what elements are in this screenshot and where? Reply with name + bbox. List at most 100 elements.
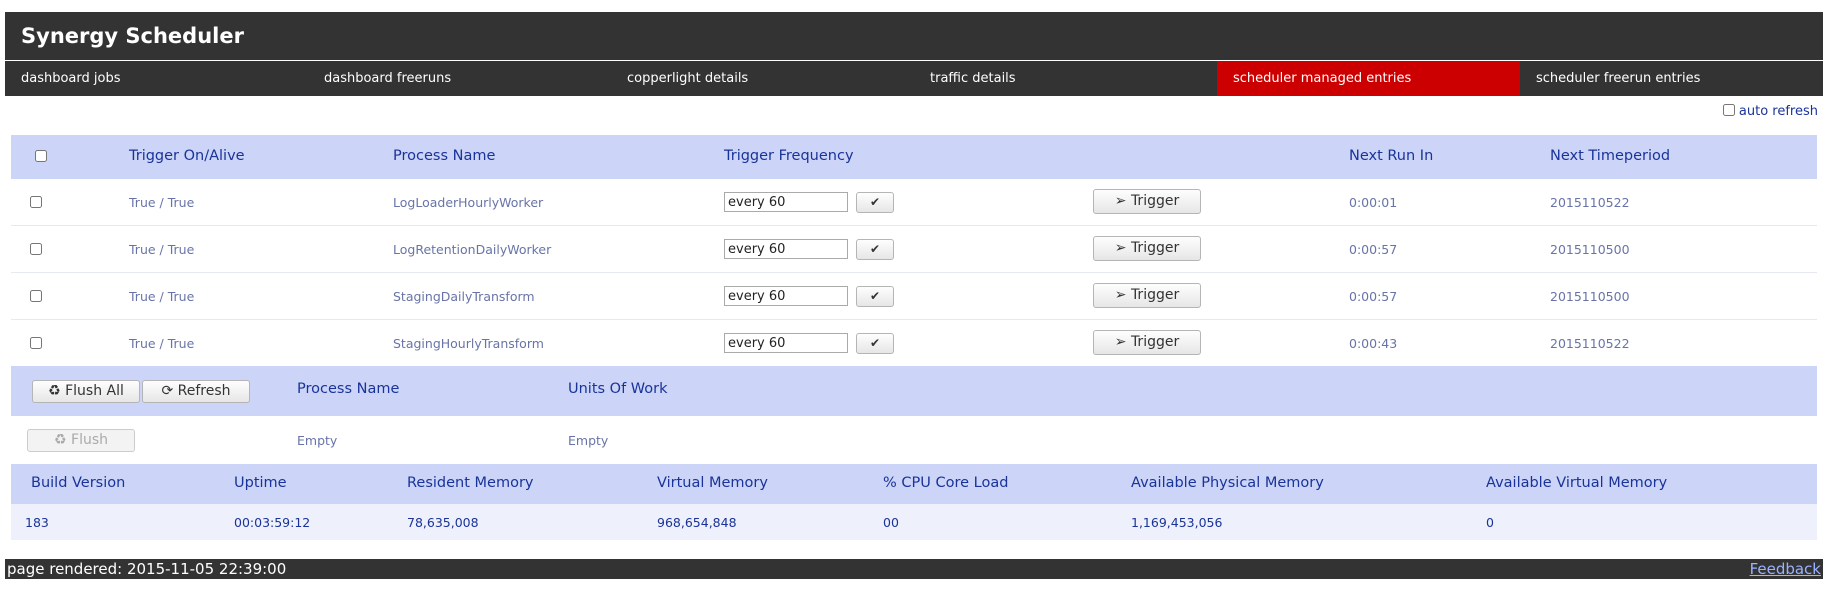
paper-plane-icon: ➢ [1114, 334, 1127, 350]
trigger-button-label: Trigger [1130, 287, 1180, 303]
trigger-frequency-input[interactable] [724, 286, 848, 306]
trigger-button-label: Trigger [1130, 334, 1180, 350]
app-header: Synergy Scheduler [5, 12, 1823, 60]
col-units-of-work: Units Of Work [568, 381, 668, 397]
next-run-in: 0:00:57 [1349, 242, 1398, 257]
auto-refresh-checkbox[interactable] [1722, 104, 1735, 116]
save-frequency-button[interactable]: ✔ [856, 239, 894, 260]
stats-values: 183 00:03:59:12 78,635,008 968,654,848 0… [11, 504, 1817, 540]
process-name: LogRetentionDailyWorker [393, 242, 552, 257]
uptime: 00:03:59:12 [234, 515, 311, 530]
cpu-load: 00 [883, 515, 899, 530]
nav-scheduler-managed-entries[interactable]: scheduler managed entries [1217, 61, 1520, 96]
trigger-button[interactable]: ➢ Trigger [1093, 189, 1201, 214]
save-frequency-button[interactable]: ✔ [856, 333, 894, 354]
feedback-link[interactable]: Feedback [1750, 559, 1821, 579]
trigger-on-alive: True / True [129, 289, 195, 304]
trigger-button[interactable]: ➢ Trigger [1093, 236, 1201, 261]
col-virtual-memory: Virtual Memory [657, 475, 768, 491]
col-cpu-load: % CPU Core Load [883, 475, 1009, 491]
process-name: StagingDailyTransform [393, 289, 535, 304]
stats-header: Build Version Uptime Resident Memory Vir… [11, 464, 1817, 504]
auto-refresh-label: auto refresh [1738, 104, 1818, 119]
recycle-icon: ♻ [48, 383, 61, 399]
virtual-memory: 968,654,848 [657, 515, 737, 530]
next-timeperiod: 2015110500 [1550, 289, 1630, 304]
check-icon: ✔ [869, 289, 881, 303]
table-row: True / True StagingHourlyTransform ✔ ➢ T… [11, 320, 1817, 366]
page-rendered-timestamp: page rendered: 2015-11-05 22:39:00 [7, 560, 287, 578]
trigger-button[interactable]: ➢ Trigger [1093, 283, 1201, 308]
nav-traffic-details[interactable]: traffic details [914, 61, 1217, 96]
refresh-label: Refresh [177, 383, 231, 399]
nav-scheduler-freerun-entries[interactable]: scheduler freerun entries [1520, 61, 1823, 96]
row-checkbox[interactable] [30, 243, 42, 255]
check-icon: ✔ [869, 195, 881, 209]
row-checkbox[interactable] [30, 290, 42, 302]
app-title: Synergy Scheduler [21, 24, 244, 48]
save-frequency-button[interactable]: ✔ [856, 286, 894, 307]
paper-plane-icon: ➢ [1114, 240, 1127, 256]
main-nav: dashboard jobs dashboard freeruns copper… [5, 61, 1823, 96]
uow-row: ♻ Flush Empty Empty [11, 416, 1817, 464]
paper-plane-icon: ➢ [1114, 287, 1127, 303]
uow-table-header: ♻ Flush All ⟳ Refresh Process Name Units… [11, 366, 1817, 416]
col-next-timeperiod: Next Timeperiod [1550, 148, 1671, 164]
col-process-name: Process Name [393, 148, 496, 164]
next-timeperiod: 2015110522 [1550, 195, 1630, 210]
trigger-on-alive: True / True [129, 242, 195, 257]
next-run-in: 0:00:43 [1349, 336, 1398, 351]
trigger-on-alive: True / True [129, 336, 195, 351]
trigger-frequency-input[interactable] [724, 333, 848, 353]
process-name: StagingHourlyTransform [393, 336, 544, 351]
col-trigger-on-alive: Trigger On/Alive [129, 148, 245, 164]
managed-table-header: Trigger On/Alive Process Name Trigger Fr… [11, 135, 1817, 179]
trigger-button-label: Trigger [1130, 193, 1180, 209]
col-resident-memory: Resident Memory [407, 475, 534, 491]
col-available-virtual-memory: Available Virtual Memory [1486, 475, 1668, 491]
row-checkbox[interactable] [30, 196, 42, 208]
nav-copperlight-details[interactable]: copperlight details [611, 61, 914, 96]
col-uptime: Uptime [234, 475, 287, 491]
trigger-frequency-input[interactable] [724, 239, 848, 259]
available-physical-memory: 1,169,453,056 [1131, 515, 1223, 530]
recycle-icon: ♻ [54, 432, 67, 448]
table-row: True / True LogRetentionDailyWorker ✔ ➢ … [11, 226, 1817, 273]
available-virtual-memory: 0 [1486, 515, 1494, 530]
page-footer: page rendered: 2015-11-05 22:39:00 Feedb… [5, 559, 1823, 579]
uow-units: Empty [568, 433, 609, 448]
col-process-name: Process Name [297, 381, 400, 397]
col-next-run-in: Next Run In [1349, 148, 1434, 164]
flush-button[interactable]: ♻ Flush [27, 429, 135, 452]
resident-memory: 78,635,008 [407, 515, 479, 530]
table-row: True / True StagingDailyTransform ✔ ➢ Tr… [11, 273, 1817, 320]
refresh-button[interactable]: ⟳ Refresh [142, 380, 250, 403]
trigger-frequency-input[interactable] [724, 192, 848, 212]
table-row: True / True LogLoaderHourlyWorker ✔ ➢ Tr… [11, 179, 1817, 226]
save-frequency-button[interactable]: ✔ [856, 192, 894, 213]
check-icon: ✔ [869, 336, 881, 350]
select-all-checkbox[interactable] [35, 150, 47, 162]
flush-all-label: Flush All [65, 383, 124, 399]
col-trigger-frequency: Trigger Frequency [724, 148, 854, 164]
next-timeperiod: 2015110500 [1550, 242, 1630, 257]
flush-all-button[interactable]: ♻ Flush All [32, 380, 140, 403]
trigger-button-label: Trigger [1130, 240, 1180, 256]
col-build-version: Build Version [31, 475, 126, 491]
paper-plane-icon: ➢ [1114, 193, 1127, 209]
build-version: 183 [25, 515, 49, 530]
next-timeperiod: 2015110522 [1550, 336, 1630, 351]
trigger-button[interactable]: ➢ Trigger [1093, 330, 1201, 355]
row-checkbox[interactable] [30, 337, 42, 349]
process-name: LogLoaderHourlyWorker [393, 195, 544, 210]
nav-dashboard-freeruns[interactable]: dashboard freeruns [308, 61, 611, 96]
next-run-in: 0:00:57 [1349, 289, 1398, 304]
trigger-on-alive: True / True [129, 195, 195, 210]
nav-dashboard-jobs[interactable]: dashboard jobs [5, 61, 308, 96]
flush-label: Flush [71, 432, 108, 448]
uow-process-name: Empty [297, 433, 338, 448]
col-available-physical-memory: Available Physical Memory [1131, 475, 1324, 491]
next-run-in: 0:00:01 [1349, 195, 1398, 210]
refresh-icon: ⟳ [161, 383, 174, 399]
auto-refresh-toggle[interactable]: auto refresh [1722, 104, 1818, 119]
